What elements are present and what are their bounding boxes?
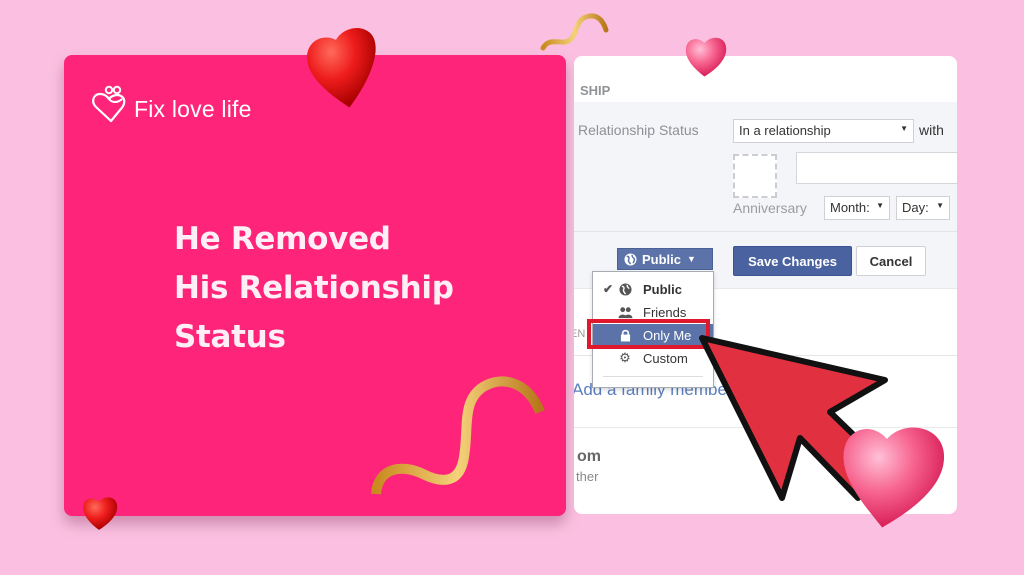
headline-line: Status [174, 319, 286, 355]
red-heart-decoration-icon [307, 28, 376, 108]
privacy-option-label: Public [643, 281, 683, 297]
privacy-option-label: Custom [643, 350, 688, 366]
family-section-label: EN [574, 328, 586, 340]
day-select-value: Day: [902, 200, 929, 215]
save-changes-button[interactable]: Save Changes [733, 246, 852, 276]
relationship-status-select[interactable]: In a relationship ▼ [733, 119, 914, 143]
with-label: with [919, 122, 944, 138]
caret-down-icon: ▼ [687, 254, 696, 264]
headline: He Removed His Relationship Status [174, 215, 454, 362]
dropdown-arrow-icon: ▼ [936, 201, 944, 210]
partner-photo-placeholder [733, 154, 777, 198]
divider [603, 376, 703, 377]
small-red-heart-decoration-icon [83, 497, 118, 530]
relationship-block: Relationship Status In a relationship ▼ … [574, 102, 957, 232]
globe-icon [617, 282, 633, 296]
heart-couple-icon [92, 85, 126, 123]
globe-icon [624, 252, 637, 266]
gear-icon: ⚙ [619, 350, 631, 365]
logo: Fix love life [90, 83, 252, 125]
privacy-selector-button[interactable]: Public ▼ [617, 248, 713, 270]
relationship-label: Relationship Status [578, 122, 699, 138]
cancel-button[interactable]: Cancel [856, 246, 926, 276]
friends-icon [617, 305, 633, 319]
month-select-value: Month: [830, 200, 870, 215]
anniversary-day-select[interactable]: Day: ▼ [896, 196, 950, 220]
checkmark-icon: ✔ [602, 282, 613, 296]
privacy-selector-label: Public [642, 251, 682, 267]
gold-ribbon-decoration-icon [371, 376, 545, 495]
privacy-option-label: Friends [643, 304, 687, 320]
hometown-label: om [577, 448, 601, 465]
headline-line: His Relationship [174, 270, 454, 306]
privacy-option-public[interactable]: ✔ Public [593, 278, 713, 300]
dropdown-arrow-icon: ▼ [900, 124, 908, 133]
partner-name-input[interactable] [796, 152, 957, 184]
anniversary-label: Anniversary [733, 200, 807, 216]
pink-heart-decoration-icon [685, 37, 727, 77]
large-pink-heart-decoration-icon [843, 427, 945, 528]
anniversary-month-select[interactable]: Month: ▼ [824, 196, 890, 220]
headline-line: He Removed [174, 221, 391, 257]
section-title: SHIP [580, 83, 611, 98]
gold-ribbon-decoration-icon [540, 13, 609, 51]
logo-text: Fix love life [134, 96, 252, 122]
hometown-sublabel: ther [576, 469, 599, 484]
relationship-status-value: In a relationship [739, 123, 831, 138]
dropdown-arrow-icon: ▼ [876, 201, 884, 210]
